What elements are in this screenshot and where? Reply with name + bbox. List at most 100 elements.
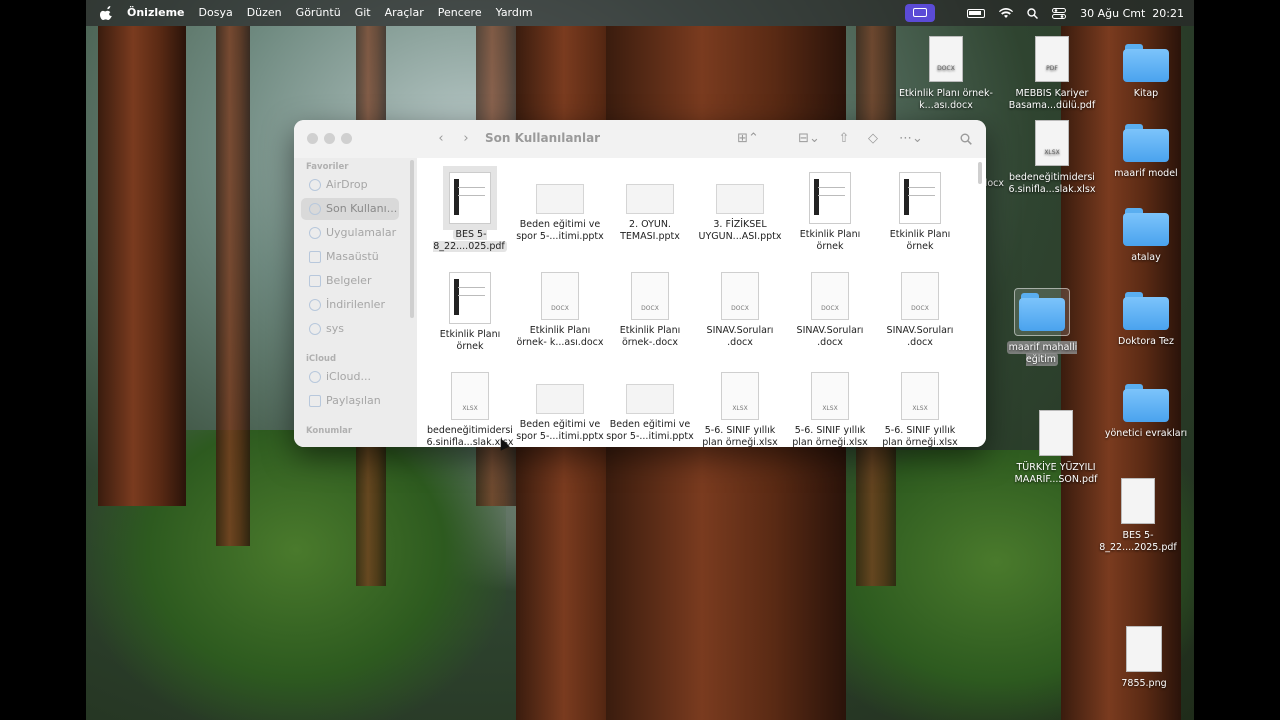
wifi-icon[interactable] bbox=[999, 7, 1014, 19]
spotlight-icon[interactable] bbox=[1027, 7, 1039, 19]
menu-app-name[interactable]: Önizleme bbox=[120, 0, 192, 26]
file-item[interactable]: Beden eğitimi ve spor 5-...itimi.pptx bbox=[515, 372, 605, 443]
menu-pencere[interactable]: Pencere bbox=[431, 0, 489, 26]
sidebar-item-label: Masaüstü bbox=[326, 250, 379, 263]
sidebar-item-icloud-drive[interactable]: iCloud... bbox=[301, 366, 399, 388]
desktop-folder-maarif-mahalli[interactable]: maarif mahalli eğitim bbox=[994, 288, 1090, 366]
desktop-folder-maarif-model[interactable]: maarif model bbox=[1098, 124, 1194, 180]
menu-duzen[interactable]: Düzen bbox=[240, 0, 289, 26]
menu-goruntu[interactable]: Görüntü bbox=[289, 0, 348, 26]
sidebar-item-recents[interactable]: Son Kullanı... bbox=[301, 198, 399, 220]
file-name: Etkinlik Planı örnek- k...ası.docx bbox=[516, 325, 604, 348]
file-item[interactable]: 3. FİZİKSEL UYGUN...ASI.pptx bbox=[695, 172, 785, 243]
file-item[interactable]: DOCX SINAV.Soruları .docx bbox=[875, 272, 965, 349]
desktop-item-label: atalay bbox=[1131, 252, 1161, 263]
menubar-datetime[interactable]: 30 Ağu Cmt 20:21 bbox=[1080, 7, 1184, 20]
file-name: 5-6. SINIF yıllık plan örneği.xlsx bbox=[882, 425, 958, 447]
sidebar-item-sys[interactable]: sys bbox=[301, 318, 399, 340]
file-item[interactable]: Etkinlik Planı örnek bbox=[875, 172, 965, 253]
menu-yardim[interactable]: Yardım bbox=[489, 0, 540, 26]
sidebar-item-applications[interactable]: Uygulamalar bbox=[301, 222, 399, 244]
menu-araclar[interactable]: Araçlar bbox=[378, 0, 431, 26]
back-arrow-icon[interactable]: ‹ bbox=[432, 131, 450, 147]
desktop-file-turkiye-pdf[interactable]: TÜRKİYE YÜZYILI MAARİF...SON.pdf bbox=[1008, 410, 1104, 486]
menu-git[interactable]: Git bbox=[348, 0, 378, 26]
desktop-folder-yonetici[interactable]: yönetici evrakları bbox=[1098, 384, 1194, 440]
sidebar-item-airdrop[interactable]: AirDrop bbox=[301, 174, 399, 196]
sidebar-item-label: Belgeler bbox=[326, 274, 372, 287]
forward-arrow-icon[interactable]: › bbox=[457, 131, 475, 147]
sidebar-item-label: AirDrop bbox=[326, 178, 368, 191]
desktop-item-label: maarif model bbox=[1114, 168, 1178, 179]
file-name: Etkinlik Planı örnek bbox=[889, 229, 951, 252]
folder-icon bbox=[1123, 124, 1169, 162]
file-item[interactable]: DOCX SINAV.Soruları .docx bbox=[785, 272, 875, 349]
desktop-file-etkinlik-docx[interactable]: DOCX Etkinlik Planı örnek- k...ası.docx bbox=[898, 36, 994, 112]
file-item[interactable]: Beden eğitimi ve spor 5-...itimi.pptx bbox=[515, 172, 605, 243]
file-name: Etkinlik Planı örnek bbox=[439, 329, 501, 352]
control-center-icon[interactable] bbox=[1052, 7, 1067, 19]
battery-icon[interactable] bbox=[967, 8, 986, 18]
desktop-folder-doktora[interactable]: Doktora Tez bbox=[1098, 292, 1194, 348]
file-item[interactable]: DOCX SINAV.Soruları .docx bbox=[695, 272, 785, 349]
sidebar-item-documents[interactable]: Belgeler bbox=[301, 270, 399, 292]
zoom-window-button[interactable] bbox=[341, 133, 352, 144]
file-name: Etkinlik Planı örnek bbox=[799, 229, 861, 252]
file-name: BES 5-8_22....025.pdf bbox=[433, 229, 507, 252]
sidebar-item-shared[interactable]: Paylaşılan bbox=[301, 390, 399, 412]
menu-bar: Önizleme Dosya Düzen Görüntü Git Araçlar… bbox=[86, 0, 1194, 26]
sidebar-item-label: İndirilenler bbox=[326, 298, 385, 311]
pptx-thumbnail bbox=[536, 184, 584, 214]
file-item[interactable]: 2. OYUN. TEMASI.pptx bbox=[605, 172, 695, 243]
file-item[interactable]: Etkinlik Planı örnek bbox=[425, 272, 515, 353]
sidebar-scrollbar[interactable] bbox=[410, 160, 414, 318]
file-name: SINAV.Soruları .docx bbox=[796, 325, 864, 348]
desktop-file-beden-xlsx[interactable]: XLSX bedeneğitimidersi 6.sinifla...slak.… bbox=[1004, 120, 1100, 196]
desktop-item-label: maarif mahalli eğitim bbox=[1006, 341, 1078, 366]
file-item[interactable]: XLSX 5-6. SINIF yıllık plan örneği.xlsx bbox=[785, 372, 875, 447]
search-icon[interactable] bbox=[960, 133, 972, 145]
desktop-folder-kitap[interactable]: Kitap bbox=[1098, 44, 1194, 100]
file-name: 5-6. SINIF yıllık plan örneği.xlsx bbox=[792, 425, 868, 447]
sidebar-item-label: Paylaşılan bbox=[326, 394, 381, 407]
file-item[interactable]: Etkinlik Planı örnek bbox=[785, 172, 875, 253]
desktop-folder-atalay[interactable]: atalay bbox=[1098, 208, 1194, 264]
group-by-icon[interactable]: ⊟⌄ bbox=[794, 131, 824, 147]
file-item[interactable]: XLSX 5-6. SINIF yıllık plan örneği.xlsx bbox=[695, 372, 785, 447]
desktop-item-label: BES 5-8_22....2025.pdf bbox=[1099, 530, 1177, 553]
image-file-icon bbox=[1126, 626, 1162, 672]
desktop-file-mebbis-pdf[interactable]: PDF MEBBIS Kariyer Basama...dülü.pdf bbox=[1004, 36, 1100, 112]
sidebar-header-locations: Konumlar bbox=[306, 426, 353, 436]
desktop-file-bes-pdf[interactable]: BES 5-8_22....2025.pdf bbox=[1090, 478, 1186, 554]
xlsx-thumbnail: XLSX bbox=[451, 372, 489, 420]
file-item[interactable]: BES 5-8_22....025.pdf bbox=[425, 166, 515, 253]
window-title: Son Kullanılanlar bbox=[485, 131, 601, 145]
xlsx-thumbnail: XLSX bbox=[811, 372, 849, 420]
folder-icon bbox=[1123, 44, 1169, 82]
sidebar-item-desktop[interactable]: Masaüstü bbox=[301, 246, 399, 268]
desktop-file-partial[interactable]: ...anı ...docx bbox=[984, 178, 1004, 190]
close-window-button[interactable] bbox=[307, 133, 318, 144]
file-item[interactable]: XLSX 5-6. SINIF yıllık plan örneği.xlsx bbox=[875, 372, 965, 447]
desktop-item-label: ...anı ...docx bbox=[984, 178, 1004, 189]
folder-icon bbox=[1123, 384, 1169, 422]
sidebar-item-downloads[interactable]: İndirilenler bbox=[301, 294, 399, 316]
file-item[interactable]: Beden eğitimi ve spor 5-...itimi.pptx bbox=[605, 372, 695, 443]
menu-dosya[interactable]: Dosya bbox=[192, 0, 240, 26]
more-actions-icon[interactable]: ⋯⌄ bbox=[897, 131, 925, 147]
share-icon[interactable]: ⇧ bbox=[835, 131, 853, 147]
content-scrollbar[interactable] bbox=[978, 162, 982, 184]
view-mode-icon[interactable]: ⊞⌃ bbox=[734, 131, 762, 147]
file-item[interactable]: XLSX bedeneğitimidersi 6.sinifla...slak.… bbox=[425, 372, 515, 447]
folder-icon bbox=[1014, 288, 1070, 336]
sidebar-item-label: Uygulamalar bbox=[326, 226, 397, 239]
clock-icon bbox=[309, 203, 321, 215]
desktop-file-7855-png[interactable]: 7855.png bbox=[1096, 626, 1192, 690]
screen-record-icon[interactable] bbox=[905, 4, 936, 22]
minimize-window-button[interactable] bbox=[324, 133, 335, 144]
apple-icon[interactable] bbox=[100, 6, 114, 20]
file-item[interactable]: DOCX Etkinlik Planı örnek-.docx bbox=[605, 272, 695, 349]
file-item[interactable]: DOCX Etkinlik Planı örnek- k...ası.docx bbox=[515, 272, 605, 349]
file-name: Beden eğitimi ve spor 5-...itimi.pptx bbox=[516, 419, 604, 442]
tag-icon[interactable]: ◇ bbox=[864, 131, 882, 147]
